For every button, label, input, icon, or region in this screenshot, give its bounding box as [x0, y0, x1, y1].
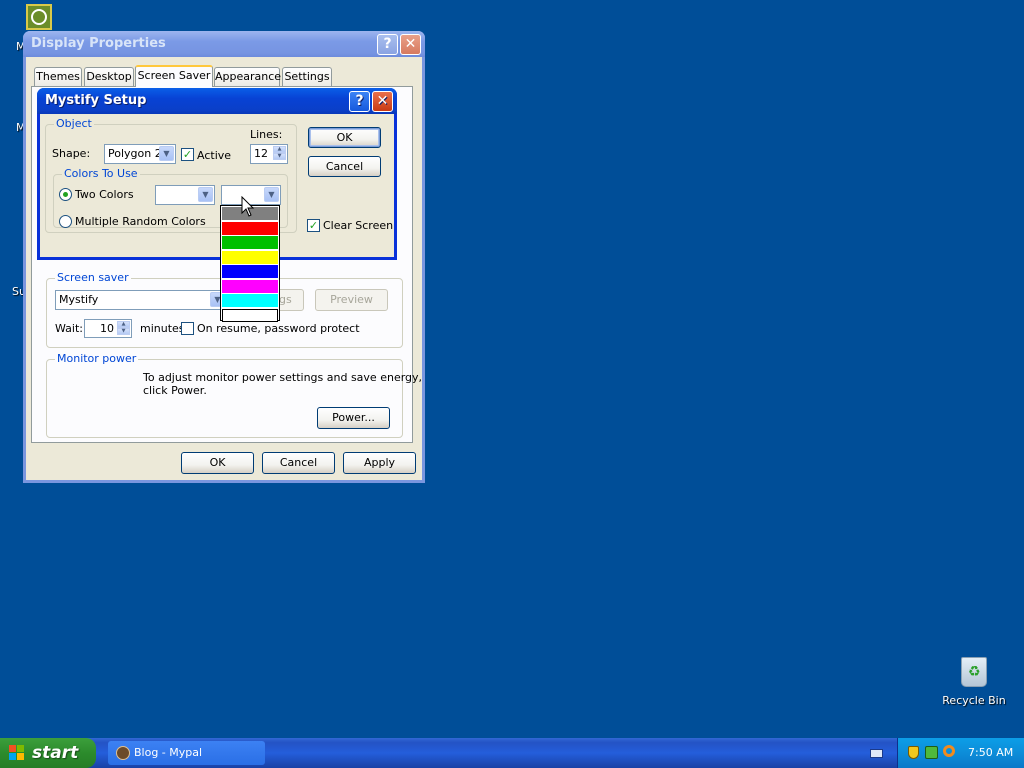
start-label: start: [32, 743, 79, 763]
tab-desktop[interactable]: Desktop: [84, 67, 134, 86]
settings-button-partial-label: gs: [279, 293, 292, 306]
windows-logo-icon: [9, 745, 25, 761]
display-properties-titlebar[interactable]: Display Properties ? ✕: [23, 31, 425, 57]
screen-saver-value: Mystify: [59, 293, 99, 306]
display-properties-title: Display Properties: [31, 36, 166, 51]
clear-screen-checkbox[interactable]: ✓: [307, 219, 320, 232]
chevron-down-icon[interactable]: ▼: [159, 146, 174, 161]
two-colors-label: Two Colors: [75, 188, 134, 201]
mouse-cursor-icon: [241, 196, 255, 217]
spin-up-icon[interactable]: ▲: [273, 146, 286, 153]
recycle-bin[interactable]: ♻ Recycle Bin: [940, 655, 1008, 711]
two-colors-radio[interactable]: [59, 188, 72, 201]
chevron-down-icon[interactable]: ▼: [198, 187, 213, 202]
monitor-power-group-label: Monitor power: [55, 352, 139, 365]
mystify-setup-title: Mystify Setup: [45, 93, 147, 108]
wait-label: Wait:: [55, 322, 83, 335]
search-icon[interactable]: [943, 745, 955, 757]
display-cancel-button[interactable]: Cancel: [262, 452, 335, 474]
monitor-power-text-2: click Power.: [143, 384, 207, 397]
mystify-close-button[interactable]: ✕: [372, 91, 393, 112]
color-option[interactable]: [222, 294, 278, 307]
security-shield-icon[interactable]: [908, 746, 919, 759]
color-option[interactable]: [222, 250, 278, 264]
display-ok-button[interactable]: OK: [181, 452, 254, 474]
wait-value: 10: [100, 322, 114, 335]
display-apply-button[interactable]: Apply: [343, 452, 416, 474]
multiple-random-colors-radio[interactable]: [59, 215, 72, 228]
shape-select[interactable]: Polygon 2 ▼: [104, 144, 176, 164]
monitor-power-text-1: To adjust monitor power settings and sav…: [143, 371, 423, 384]
system-tray: 7:50 AM: [897, 738, 1024, 768]
desktop-icon-top[interactable]: [26, 4, 52, 30]
help-button[interactable]: ?: [377, 34, 398, 55]
multiple-random-colors-label: Multiple Random Colors: [75, 215, 206, 228]
color-dropdown-list[interactable]: [220, 205, 280, 322]
minutes-label: minutes: [140, 322, 185, 335]
tab-themes[interactable]: Themes: [34, 67, 82, 86]
spin-down-icon[interactable]: ▼: [117, 328, 130, 335]
clear-screen-label: Clear Screen: [323, 219, 394, 232]
screen-saver-select[interactable]: Mystify ▼: [55, 290, 227, 310]
colors-to-use-group-label: Colors To Use: [62, 167, 140, 180]
object-group-label: Object: [54, 117, 94, 130]
screen-saver-group-label: Screen saver: [55, 271, 131, 284]
tab-screen-saver[interactable]: Screen Saver: [135, 65, 213, 87]
lines-value: 12: [254, 147, 268, 160]
recycle-bin-label: Recycle Bin: [942, 694, 1006, 707]
network-icon[interactable]: [925, 746, 938, 759]
color-1-select[interactable]: ▼: [155, 185, 215, 205]
chevron-down-icon[interactable]: ▼: [264, 187, 279, 202]
power-button[interactable]: Power...: [317, 407, 390, 429]
mystify-help-button[interactable]: ?: [349, 91, 370, 112]
browser-icon: [116, 746, 130, 760]
color-option[interactable]: [222, 279, 278, 293]
spin-up-icon[interactable]: ▲: [117, 321, 130, 328]
mystify-setup-titlebar[interactable]: Mystify Setup ? ✕: [37, 88, 397, 114]
shape-label: Shape:: [52, 147, 91, 160]
mystify-cancel-button[interactable]: Cancel: [308, 156, 381, 177]
spin-down-icon[interactable]: ▼: [273, 153, 286, 160]
recycle-bin-icon: ♻: [961, 657, 987, 687]
taskbar-item-label: Blog - Mypal: [134, 746, 203, 759]
shape-value: Polygon 2: [108, 147, 162, 160]
mystify-ok-button[interactable]: OK: [308, 127, 381, 148]
tab-appearance[interactable]: Appearance: [214, 67, 281, 86]
preview-button[interactable]: Preview: [315, 289, 388, 311]
taskbar: start Blog - Mypal 7:50 AM: [0, 738, 1024, 768]
lines-label: Lines:: [250, 128, 283, 141]
password-protect-checkbox[interactable]: [181, 322, 194, 335]
keyboard-icon[interactable]: [870, 749, 883, 758]
tab-settings[interactable]: Settings: [282, 67, 332, 86]
color-option[interactable]: [222, 308, 278, 322]
password-protect-label: On resume, password protect: [197, 322, 360, 335]
lines-spinner[interactable]: 12 ▲ ▼: [250, 144, 288, 164]
mystify-setup-window: Mystify Setup ? ✕ Object Shape: Polygon …: [37, 88, 397, 260]
active-checkbox[interactable]: ✓: [181, 148, 194, 161]
lines-spin-buttons[interactable]: ▲ ▼: [273, 146, 286, 161]
color-option[interactable]: [222, 236, 278, 249]
color-option[interactable]: [222, 221, 278, 235]
wait-spin-buttons[interactable]: ▲ ▼: [117, 321, 130, 336]
close-button[interactable]: ✕: [400, 34, 421, 55]
clock-icon: [31, 9, 47, 25]
clock: 7:50 AM: [968, 746, 1014, 759]
active-label: Active: [197, 149, 232, 162]
start-button[interactable]: start: [0, 738, 96, 768]
taskbar-item-blog-mypal[interactable]: Blog - Mypal: [108, 741, 265, 765]
wait-spinner[interactable]: 10 ▲ ▼: [84, 319, 132, 338]
color-option[interactable]: [222, 265, 278, 278]
